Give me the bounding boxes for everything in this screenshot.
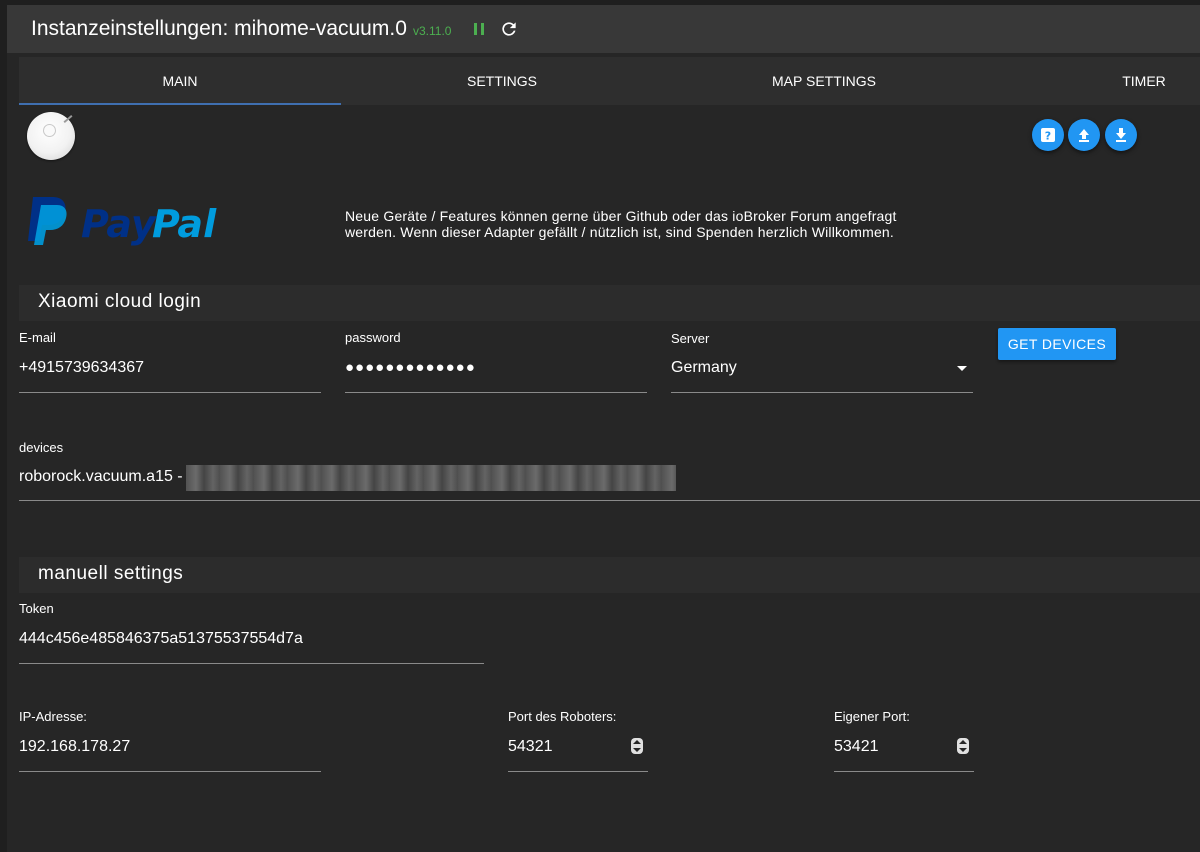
svg-text:Pay: Pay [81,202,158,246]
password-field[interactable]: ●●●●●●●●●●●●● [345,359,476,376]
own-port-field[interactable]: 53421 [834,738,879,756]
robot-vacuum-image [27,112,75,160]
email-label: E-mail [19,330,56,345]
donation-text: Neue Geräte / Features können gerne über… [345,208,897,240]
svg-text:?: ? [1045,130,1051,143]
devices-underline [19,500,1200,501]
devices-select[interactable]: roborock.vacuum.a15 - [19,468,183,486]
section-header-cloud-login: Xiaomi cloud login [19,285,1200,321]
active-tab-indicator [19,103,341,105]
robot-port-label: Port des Roboters: [508,709,617,724]
upload-button[interactable] [1068,119,1100,151]
tab-settings[interactable]: SETTINGS [341,57,663,105]
own-port-spinner-icon[interactable] [957,738,969,754]
window-title: Instanzeinstellungen: mihome-vacuum.0 [31,17,407,40]
version-label: v3.11.0 [413,24,452,38]
upload-icon [1079,129,1089,142]
reload-icon[interactable] [499,19,519,39]
tab-main[interactable]: MAIN [19,57,341,105]
title-bar: Instanzeinstellungen: mihome-vacuum.0 v3… [7,5,1200,53]
section-header-manual-settings: manuell settings [19,557,1200,593]
server-underline [671,392,973,393]
robot-port-underline [508,771,648,772]
download-button[interactable] [1105,119,1137,151]
section-title: manuell settings [38,563,184,584]
settings-window: Instanzeinstellungen: mihome-vacuum.0 v3… [7,5,1200,852]
get-devices-button[interactable]: GET DEVICES [998,328,1116,360]
email-field[interactable]: +4915739634367 [19,359,144,377]
devices-label: devices [19,440,64,455]
ip-address-label: IP-Adresse: [19,709,87,724]
server-label: Server [671,331,710,346]
paypal-logo-graphic: Pay Pal [28,197,217,246]
svg-text:Pal: Pal [152,202,217,246]
server-select[interactable]: Germany [671,359,737,377]
robot-port-spinner-icon[interactable] [631,738,643,754]
tab-map-settings[interactable]: MAP SETTINGS [663,57,985,105]
redacted-device-info [186,465,676,491]
help-button[interactable]: ? [1032,119,1064,151]
token-label: Token [19,601,54,616]
download-icon [1116,128,1126,142]
dropdown-arrow-icon[interactable] [957,366,967,371]
own-port-underline [834,771,974,772]
password-underline [345,392,647,393]
ip-address-underline [19,771,321,772]
ip-address-field[interactable]: 192.168.178.27 [19,738,130,756]
token-underline [19,663,484,664]
tab-timer[interactable]: TIMER [1079,57,1200,105]
section-title: Xiaomi cloud login [38,291,202,312]
tab-bar: MAIN SETTINGS MAP SETTINGS TIMER [19,57,1200,105]
help-icon: ? [1041,128,1055,143]
email-underline [19,392,321,393]
password-label: password [345,330,401,345]
paypal-logo[interactable]: Pay Pal [19,191,229,247]
own-port-label: Eigener Port: [834,709,910,724]
token-field[interactable]: 444c456e485846375a51375537554d7a [19,630,303,648]
robot-port-field[interactable]: 54321 [508,738,553,756]
pause-icon[interactable] [471,21,487,37]
